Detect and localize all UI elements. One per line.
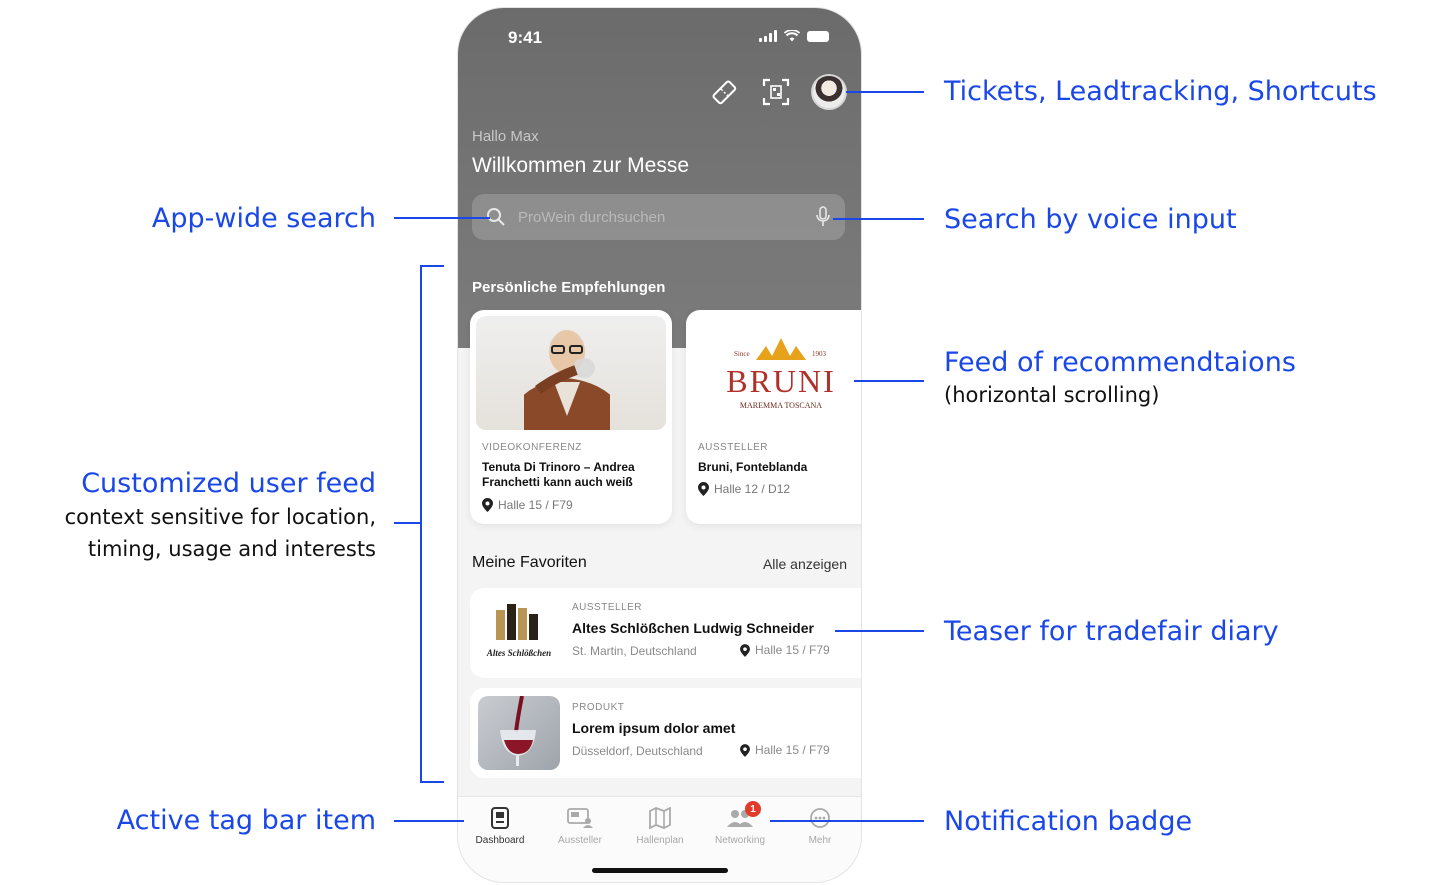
header-background <box>458 8 861 348</box>
favorite-item[interactable]: Altes Schlößchen AUSSTELLER Altes Schlöß… <box>470 588 861 678</box>
location-pin-icon <box>482 498 493 512</box>
recommendation-card[interactable]: VIDEOKONFERENZ Tenuta Di Trinoro – Andre… <box>470 310 672 524</box>
tab-more[interactable]: Mehr <box>780 805 860 846</box>
logo-since: Since <box>734 350 750 358</box>
tab-label: Aussteller <box>558 835 602 846</box>
card-category: AUSSTELLER <box>698 442 769 453</box>
home-indicator <box>592 868 728 873</box>
connector-line <box>394 820 464 822</box>
bracket-top <box>420 265 444 267</box>
tab-hall-plan[interactable]: Hallenplan <box>620 805 700 846</box>
favorite-city: Düsseldorf, Deutschland <box>572 744 703 758</box>
annotation-voice: Search by voice input <box>944 204 1237 235</box>
favorite-location: Halle 15 / F79 <box>740 643 830 657</box>
logo-text: Altes Schlößchen <box>486 648 551 658</box>
card-category: VIDEOKONFERENZ <box>482 442 582 453</box>
tab-label: Dashboard <box>475 835 525 846</box>
wine-glass-icon <box>500 696 536 766</box>
annotation-feed-recs: Feed of recommendtaions <box>944 347 1296 378</box>
battery-icon <box>807 30 829 42</box>
status-time: 9:41 <box>508 28 543 47</box>
search-input[interactable]: ProWein durchsuchen <box>518 209 815 226</box>
show-all-link[interactable]: Alle anzeigen <box>763 556 847 572</box>
favorite-title: Altes Schlößchen Ludwig Schneider <box>572 620 814 636</box>
phone-mockup: 9:41 Hallo Max Willkommen zur Messe ProW… <box>458 8 861 882</box>
logo-name: BRUNI <box>726 363 836 399</box>
map-icon <box>649 807 671 829</box>
tab-label: Networking <box>714 835 766 846</box>
tab-dashboard[interactable]: Dashboard <box>460 805 540 846</box>
annotation-active-tab: Active tag bar item <box>116 805 376 836</box>
ticket-icon <box>712 80 737 105</box>
tab-exhibitors[interactable]: Aussteller <box>540 805 620 846</box>
annotation-feed-recs-sub: (horizontal scrolling) <box>944 383 1160 407</box>
wine-photo <box>478 696 560 770</box>
card-title: Tenuta Di Trinoro – Andrea Franchetti ka… <box>482 460 635 489</box>
favorites-title: Meine Favoriten <box>472 554 587 571</box>
exhibitor-logo: Altes Schlößchen <box>478 596 560 670</box>
profile-avatar[interactable] <box>811 74 847 110</box>
notification-badge: 1 <box>745 801 761 817</box>
card-location-text: Halle 15 / F79 <box>498 498 573 512</box>
annotation-custom-feed-sub1: context sensitive for location, <box>64 505 376 529</box>
location-pin-icon <box>698 482 709 496</box>
logo-tagline: MAREMMA TOSCANA <box>740 401 822 410</box>
card-title: Bruni, Fonteblanda <box>698 460 808 474</box>
connector-line <box>833 218 924 220</box>
connector-line <box>846 91 924 93</box>
annotation-custom-feed: Customized user feed <box>81 468 376 499</box>
card-location: Halle 15 / F79 <box>482 498 573 512</box>
card-location-text: Halle 12 / D12 <box>714 482 791 496</box>
welcome-title: Willkommen zur Messe <box>472 154 690 177</box>
annotation-custom-feed-sub2: timing, usage and interests <box>87 537 376 561</box>
connector-line <box>835 630 924 632</box>
annotation-tickets: Tickets, Leadtracking, Shortcuts <box>944 76 1377 107</box>
recommendations-title: Persönliche Empfehlungen <box>472 279 666 296</box>
microphone-icon[interactable] <box>815 206 831 228</box>
bracket-bottom <box>420 781 444 783</box>
exhibitor-icon <box>567 808 593 828</box>
bracket-line <box>420 266 422 783</box>
card-location: Halle 12 / D12 <box>698 482 790 496</box>
status-icons <box>759 30 829 42</box>
tab-label: Mehr <box>808 835 832 846</box>
annotation-badge: Notification badge <box>944 806 1193 837</box>
connector-line <box>854 380 924 382</box>
tab-networking[interactable]: 1 Networking <box>700 801 780 846</box>
header-shortcuts <box>707 74 847 110</box>
logo-year: 1903 <box>812 350 827 358</box>
favorite-title: Lorem ipsum dolor amet <box>572 720 736 736</box>
tab-label: Hallenplan <box>636 835 684 846</box>
favorite-location-text: Halle 15 / F79 <box>755 743 830 757</box>
castle-logo-icon: Altes Schlößchen <box>486 604 551 658</box>
person-photo <box>524 330 610 430</box>
search-bar[interactable]: ProWein durchsuchen <box>472 194 845 240</box>
wifi-icon <box>784 30 800 42</box>
qr-scan-icon <box>762 78 790 106</box>
favorite-category: PRODUKT <box>572 702 625 713</box>
favorite-city: St. Martin, Deutschland <box>572 644 697 658</box>
favorite-location-text: Halle 15 / F79 <box>755 643 830 657</box>
favorite-location: Halle 15 / F79 <box>740 743 830 757</box>
card-image <box>476 316 666 430</box>
location-pin-icon <box>740 643 750 657</box>
location-pin-icon <box>740 743 750 757</box>
connector-line <box>394 217 490 219</box>
annotation-search: App-wide search <box>151 203 376 234</box>
scan-button[interactable] <box>759 75 793 109</box>
dashboard-icon <box>491 807 509 829</box>
connector-line <box>394 522 420 524</box>
more-icon <box>810 808 830 828</box>
connector-line <box>770 820 924 822</box>
signal-icon <box>759 30 777 42</box>
favorite-item[interactable]: PRODUKT Lorem ipsum dolor amet Düsseldor… <box>470 688 861 778</box>
greeting: Hallo Max <box>472 128 539 145</box>
annotation-diary: Teaser for tradefair diary <box>944 616 1279 647</box>
recommendation-card[interactable]: Since 1903 BRUNI MAREMMA TOSCANA AUSSTEL… <box>686 310 861 524</box>
favorite-category: AUSSTELLER <box>572 602 643 613</box>
bruni-logo: Since 1903 BRUNI MAREMMA TOSCANA <box>726 338 836 410</box>
ticket-button[interactable] <box>707 75 741 109</box>
